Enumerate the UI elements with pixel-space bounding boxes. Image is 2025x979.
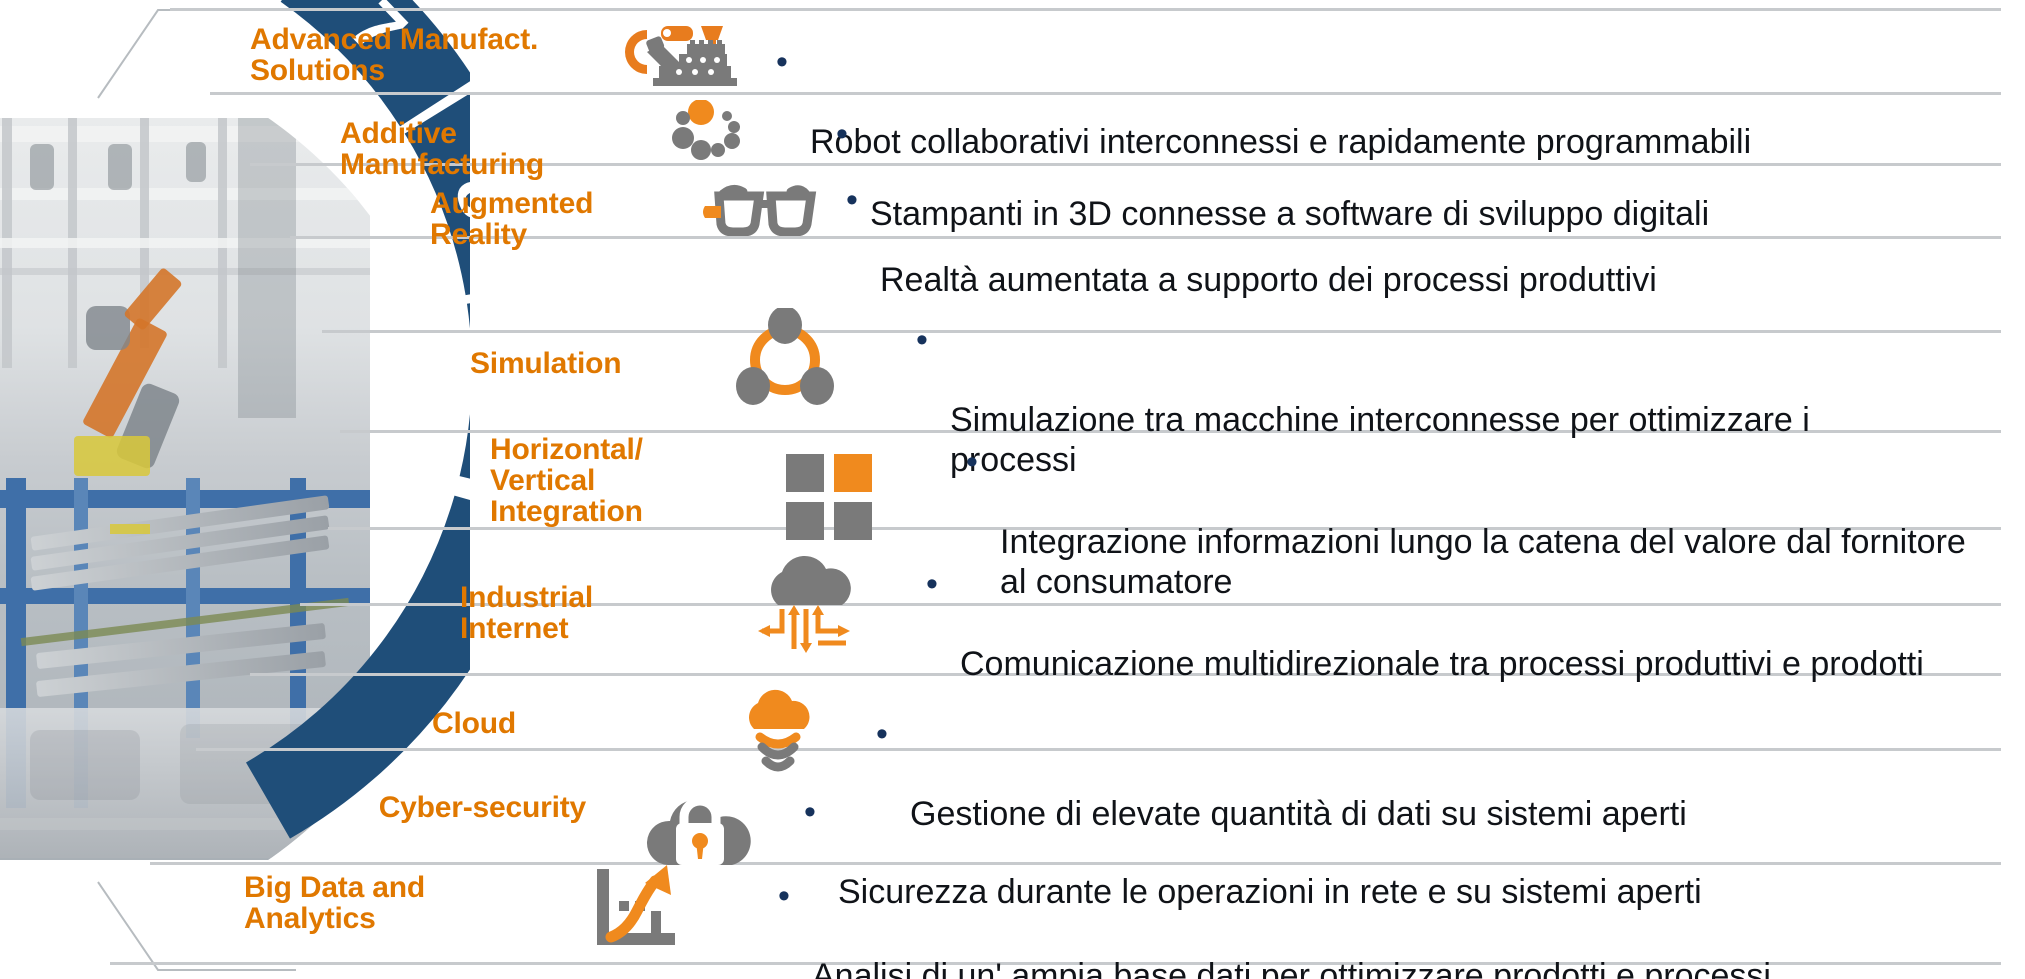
row-description-text-6: Comunicazione multidirezionale tra proce… — [960, 644, 1924, 683]
row-description-9: • Analisi di un' ampia base dati per ott… — [778, 874, 1872, 979]
row-title-additive-manufacturing: Additive Manufacturing — [340, 117, 545, 182]
four-squares-integration-icon — [770, 450, 890, 546]
row-title-big-data-analytics: Big Data and Analytics — [244, 871, 425, 936]
row-title-cyber-security: Cyber-security — [378, 791, 586, 824]
industrial-robot-arm-icon — [608, 22, 758, 88]
additive-manufacturing-dots-icon — [650, 100, 770, 162]
bullet-3: • — [846, 181, 858, 219]
bullet-7: • — [876, 715, 888, 753]
slide-canvas: 123456789 Advanced Manufact. Solutions — [0, 0, 2025, 979]
bullet-6: • — [926, 565, 938, 603]
row-title-simulation: Simulation — [470, 347, 622, 380]
row-description-text-3: Realtà aumentata a supporto dei processi… — [880, 260, 1657, 299]
row-description-text-9: Analisi di un' ampia base dati per ottim… — [812, 956, 1771, 979]
bullet-1: • — [776, 43, 788, 81]
cloud-bidirectional-arrows-icon — [740, 548, 880, 658]
cloud-signal-icon — [718, 682, 838, 778]
simulation-nodes-icon — [720, 308, 850, 416]
bullet-8: • — [804, 793, 816, 831]
row-description-6: • Comunicazione multidirezionale tra pro… — [926, 562, 2010, 725]
bullet-5: • — [966, 443, 978, 481]
bullet-4: • — [916, 321, 928, 359]
row-title-horizontal-vertical-integration: Horizontal/ Vertical Integration — [490, 433, 643, 529]
growth-chart-arrow-icon — [572, 862, 702, 960]
bullet-2: • — [836, 115, 848, 153]
row-description-3: • Realtà aumentata a supporto dei proces… — [846, 178, 2000, 341]
augmented-reality-glasses-icon — [690, 178, 840, 236]
row-title-industrial-internet: Industrial Internet — [460, 581, 594, 646]
row-title-augmented-reality: Augmented Reality — [430, 187, 594, 252]
row-title-cloud: Cloud — [432, 707, 516, 740]
bullet-9: • — [778, 877, 790, 915]
technology-rows: Advanced Manufact. Solutions • Robot col… — [0, 0, 2025, 979]
row-divider — [170, 8, 2001, 11]
row-title-advanced-manufacturing: Advanced Manufact. Solutions — [250, 23, 539, 88]
